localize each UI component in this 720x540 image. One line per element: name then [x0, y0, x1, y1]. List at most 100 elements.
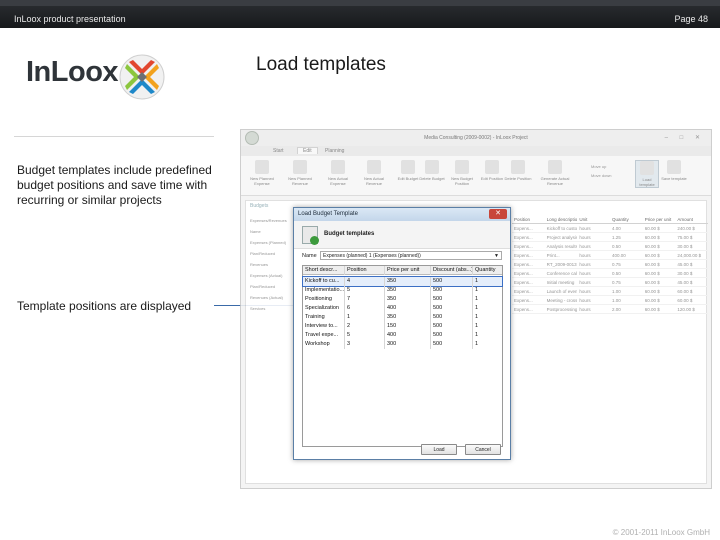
new-budget-position-button[interactable]: New Budget Position [445, 160, 479, 186]
template-name-value: Expenses (planned) 1 (Expenses (planned)… [323, 253, 421, 259]
template-name-select[interactable]: Expenses (planned) 1 (Expenses (planned)… [320, 251, 502, 260]
tree-item[interactable]: Revenues [250, 259, 298, 270]
table-cell: 350 [385, 286, 431, 295]
dialog-heading: Budget templates [324, 231, 375, 237]
page-number: Page 48 [674, 14, 708, 24]
table-row[interactable]: Expens...Launch of event...hours1.0060.0… [512, 287, 708, 296]
table-cell: 2 [345, 322, 385, 331]
inloox-logo-icon [119, 54, 165, 100]
load-budget-template-dialog: Load Budget Template ✕ Budget templates … [293, 207, 511, 460]
tree-item[interactable]: Expenses (Planned) [250, 237, 298, 248]
table-cell: Positioning [303, 295, 345, 304]
slide-title: Load templates [256, 54, 386, 75]
ribbon: New Planned Expense New Planned Revenue … [241, 156, 711, 196]
table-row[interactable]: Travel expe... 5 400 500 1 [303, 331, 502, 340]
table-row[interactable]: Implementatio... 5 350 500 1 [303, 286, 502, 295]
table-cell: 1 [475, 323, 479, 329]
table-row[interactable]: Expens...Postprocessing...hours2.0060.00… [512, 305, 708, 314]
positions-grid: Position Long description Unit Quantity Pric… [512, 215, 708, 314]
load-template-button[interactable]: Load template [635, 160, 659, 188]
table-row[interactable]: Expens... Initial meeting hours 0.75 60.00 $… [512, 278, 708, 287]
table-cell: 400 [385, 304, 431, 313]
table-row[interactable]: Workshop 3 300 500 1 [303, 340, 502, 349]
table-cell: 1 [475, 305, 479, 311]
edit-budget-icon [401, 160, 415, 174]
table-row[interactable]: Specialization 6 400 500 1 [303, 304, 502, 313]
tree-item[interactable]: Revenues (Actual) [250, 292, 298, 303]
positions-grid-header: Position Long description Unit Quantity Pric… [512, 215, 708, 224]
move-up-button[interactable]: Move up [591, 162, 611, 171]
new-actual-expense-button[interactable]: New Actual Expense [321, 160, 355, 186]
tree-item[interactable]: Name [250, 226, 298, 237]
table-row[interactable]: Expens...Conference call...hours0.5060.0… [512, 269, 708, 278]
copyright-footer: © 2001-2011 InLoox GmbH [612, 528, 710, 537]
app-menu-orb-icon[interactable] [245, 131, 259, 145]
table-cell: 1 [475, 278, 479, 284]
new-planned-revenue-icon [293, 160, 307, 174]
table-cell: 3 [345, 340, 385, 349]
table-row[interactable]: Expens...Meeting - cross...hours1.0060.0… [512, 296, 708, 305]
slide: InLoox product presentation Page 48 InLo… [0, 0, 720, 540]
tab-planning[interactable]: Planning [325, 148, 344, 154]
table-row[interactable]: Expens... Print... hours 400.00 60.00 $24,00… [512, 251, 708, 260]
tree-item[interactable]: Plan/Reduced [250, 248, 298, 259]
tree-item[interactable]: Services [250, 303, 298, 314]
column-header[interactable]: Position [345, 266, 385, 275]
table-row[interactable]: Expens... RT_2009-0013... hours 0.75 60.00 $… [512, 260, 708, 269]
table-cell: 1 [475, 296, 479, 302]
save-template-icon [667, 160, 681, 174]
tab-edit[interactable]: Edit [297, 147, 318, 154]
column-header[interactable]: Price per unit [385, 266, 431, 275]
table-cell: Interview to... [303, 322, 345, 331]
tree-item[interactable]: Plan/Reduced [250, 281, 298, 292]
column-header[interactable]: Discount (abs...) [431, 266, 473, 275]
budget-template-icon [302, 226, 319, 245]
table-cell: 500 [431, 304, 473, 313]
delete-position-button[interactable]: Delete Position [501, 160, 535, 181]
new-planned-expense-icon [255, 160, 269, 174]
column-header[interactable]: Quantity [473, 266, 503, 275]
window-controls[interactable]: – □ ✕ [665, 134, 705, 141]
template-positions-table: Short descr... Position Price per unit D… [302, 265, 503, 447]
new-planned-revenue-button[interactable]: New Planned Revenue [283, 160, 317, 186]
table-row[interactable]: Expens...Project analysis...hours1.2560.… [512, 233, 708, 242]
header-top-strip [0, 0, 720, 6]
new-actual-revenue-button[interactable]: New Actual Revenue [357, 160, 391, 186]
tree-item[interactable]: Expenses (Actual) [250, 270, 298, 281]
table-row[interactable]: Training 1 350 500 1 [303, 313, 502, 322]
new-actual-expense-icon [331, 160, 345, 174]
delete-budget-icon [425, 160, 439, 174]
table-cell: 1 [345, 313, 385, 322]
table-cell: 300 [385, 340, 431, 349]
presentation-label: InLoox product presentation [14, 14, 126, 24]
tab-start[interactable]: Start [273, 148, 284, 154]
column-header[interactable]: Short descr... [303, 266, 345, 275]
save-template-button[interactable]: Save template [661, 160, 687, 181]
table-cell: 1 [475, 341, 479, 347]
table-row[interactable]: Kickoff to cu... 4 350 500 1 [302, 276, 503, 287]
ribbon-tab-strip: Start Edit Planning [241, 146, 711, 156]
dialog-close-button[interactable]: ✕ [489, 209, 507, 219]
cancel-button[interactable]: Cancel [465, 444, 501, 455]
move-buttons: Move up Move down [591, 162, 611, 180]
table-row[interactable]: Expens...Kickoff to custo...hours4.0060.… [512, 224, 708, 233]
new-planned-expense-button[interactable]: New Planned Expense [245, 160, 279, 186]
table-cell: 500 [431, 313, 473, 322]
table-cell: 350 [385, 313, 431, 322]
delete-budget-button[interactable]: Delete Budget [415, 160, 449, 181]
table-cell: 1 [475, 314, 479, 320]
budgets-section-label: Budgets [250, 203, 269, 209]
tree-item[interactable]: Expenses/Revenues [250, 215, 298, 226]
load-button[interactable]: Load [421, 444, 457, 455]
dialog-title: Load Budget Template [294, 208, 510, 221]
table-cell: Specialization [303, 304, 345, 313]
generate-actual-revenue-button[interactable]: Generate Actual Revenue [535, 160, 575, 186]
table-cell: 500 [431, 295, 473, 304]
dialog-header: Budget templates [294, 221, 510, 249]
table-cell: 1 [475, 332, 479, 338]
table-row[interactable]: Positioning 7 350 500 1 [303, 295, 502, 304]
table-row[interactable]: Expens... Analysis results hours 0.50 60.00 … [512, 242, 708, 251]
move-down-button[interactable]: Move down [591, 171, 611, 180]
table-row[interactable]: Interview to... 2 150 500 1 [303, 322, 502, 331]
table-cell: 6 [345, 304, 385, 313]
